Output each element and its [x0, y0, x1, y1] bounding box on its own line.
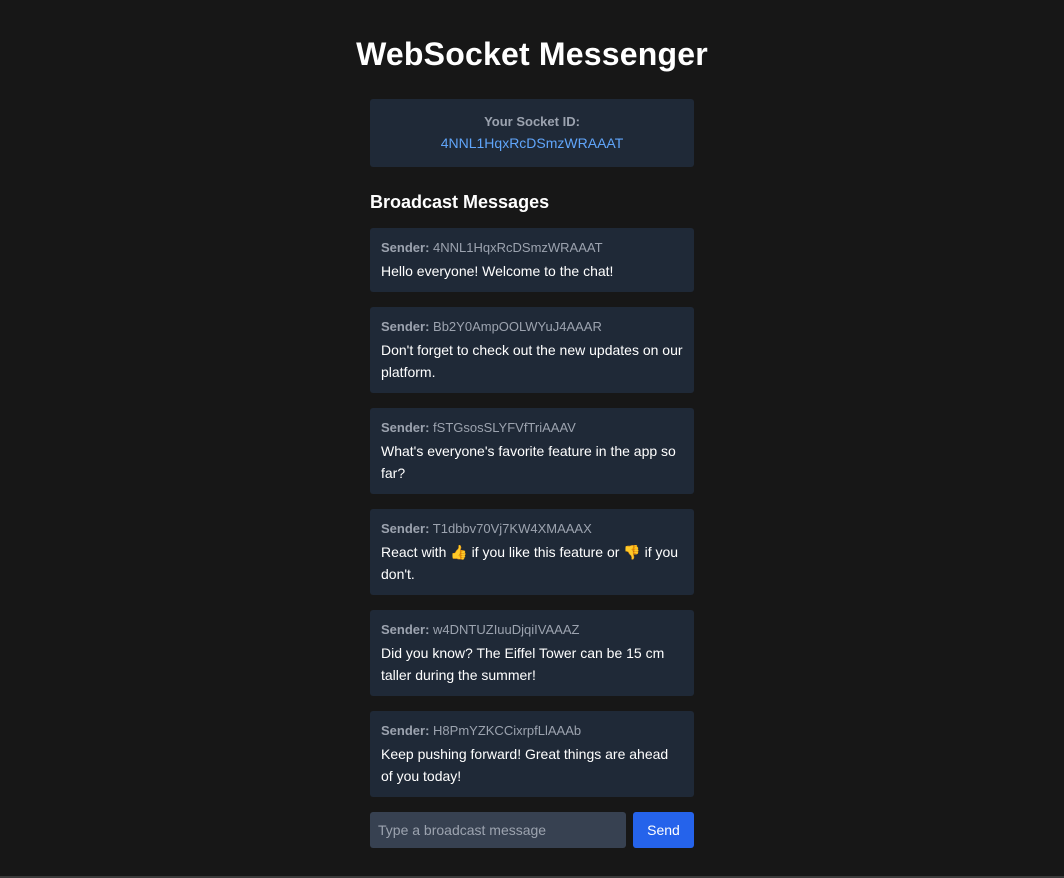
message-card: Sender: T1dbbv70Vj7KW4XMAAAX React with …: [370, 509, 694, 595]
message-sender-line: Sender: w4DNTUZIuuDjqiIVAAAZ: [381, 620, 683, 640]
sender-id: 4NNL1HqxRcDSmzWRAAAT: [433, 240, 603, 255]
sender-id: fSTGsosSLYFVfTriAAAV: [433, 420, 576, 435]
sender-id: H8PmYZKCCixrpfLlAAAb: [433, 723, 582, 738]
message-card: Sender: H8PmYZKCCixrpfLlAAAb Keep pushin…: [370, 711, 694, 797]
message-text: Did you know? The Eiffel Tower can be 15…: [381, 645, 665, 683]
send-button[interactable]: Send: [633, 812, 694, 848]
sender-label: Sender:: [381, 319, 430, 334]
sender-id: w4DNTUZIuuDjqiIVAAAZ: [433, 622, 580, 637]
message-card: Sender: Bb2Y0AmpOOLWYuJ4AAAR Don't forge…: [370, 307, 694, 393]
sender-label: Sender:: [381, 723, 430, 738]
message-sender-line: Sender: H8PmYZKCCixrpfLlAAAb: [381, 721, 683, 741]
sender-id: T1dbbv70Vj7KW4XMAAAX: [432, 521, 592, 536]
message-composer: Send: [370, 812, 694, 848]
message-sender-line: Sender: Bb2Y0AmpOOLWYuJ4AAAR: [381, 317, 683, 337]
sender-label: Sender:: [381, 521, 430, 536]
page-title: WebSocket Messenger: [356, 36, 708, 72]
broadcast-message-input[interactable]: [370, 812, 626, 848]
message-card: Sender: w4DNTUZIuuDjqiIVAAAZ Did you kno…: [370, 610, 694, 696]
message-sender-line: Sender: fSTGsosSLYFVfTriAAAV: [381, 418, 683, 438]
socket-id-card: Your Socket ID: 4NNL1HqxRcDSmzWRAAAT: [370, 99, 694, 167]
message-text: React with 👍 if you like this feature or…: [381, 544, 679, 582]
message-sender-line: Sender: T1dbbv70Vj7KW4XMAAAX: [381, 519, 683, 539]
message-list: Sender: 4NNL1HqxRcDSmzWRAAAT Hello every…: [370, 228, 694, 812]
sender-label: Sender:: [381, 240, 430, 255]
sender-id: Bb2Y0AmpOOLWYuJ4AAAR: [433, 319, 602, 334]
message-card: Sender: 4NNL1HqxRcDSmzWRAAAT Hello every…: [370, 228, 694, 292]
socket-id-label: Your Socket ID:: [484, 114, 580, 129]
broadcast-messages-heading: Broadcast Messages: [370, 192, 550, 212]
message-text: Don't forget to check out the new update…: [381, 342, 683, 380]
message-text: Keep pushing forward! Great things are a…: [381, 746, 669, 784]
socket-id-value: 4NNL1HqxRcDSmzWRAAAT: [440, 135, 624, 151]
message-text: Hello everyone! Welcome to the chat!: [381, 263, 614, 279]
sender-label: Sender:: [381, 622, 430, 637]
sender-label: Sender:: [381, 420, 430, 435]
message-text: What's everyone's favorite feature in th…: [381, 443, 676, 481]
message-card: Sender: fSTGsosSLYFVfTriAAAV What's ever…: [370, 408, 694, 494]
message-sender-line: Sender: 4NNL1HqxRcDSmzWRAAAT: [381, 238, 683, 258]
